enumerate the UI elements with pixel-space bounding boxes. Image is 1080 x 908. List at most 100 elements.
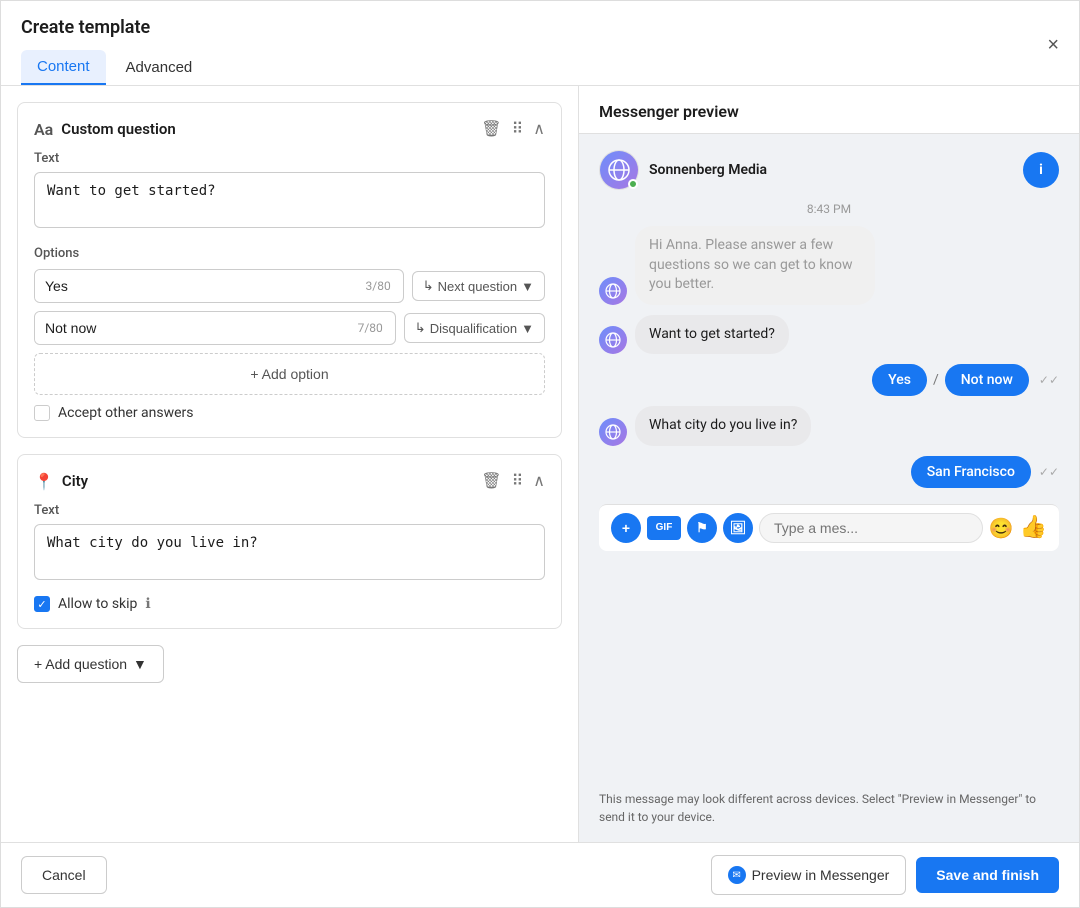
option-action-label-2: Disqualification [430, 321, 517, 336]
drag-button[interactable]: ⠿ [512, 119, 524, 139]
city-question-card: 📍 City 🗑 ⠿ ∧ Text What city do you live … [17, 454, 562, 629]
city-text-input[interactable]: What city do you live in? [34, 524, 545, 580]
timestamp: 8:43 PM [599, 202, 1059, 216]
preview-title: Messenger preview [579, 86, 1079, 134]
next-question-icon: ↳ [423, 278, 434, 294]
san-francisco-bubble: San Francisco [911, 456, 1031, 488]
add-question-dropdown-icon: ▼ [133, 656, 147, 672]
brand-name: Sonnenberg Media [649, 162, 767, 178]
messenger-globe-icon [608, 159, 630, 181]
bot-avatar-2 [599, 326, 627, 354]
messenger-chat-area: Sonnenberg Media i 8:43 PM [579, 134, 1079, 780]
city-title: City [62, 472, 88, 490]
custom-question-card: Aa Custom question 🗑 ⠿ ∧ Text Want to ge… [17, 102, 562, 438]
card-actions: 🗑 ⠿ ∧ [481, 119, 545, 139]
slash-separator: / [933, 372, 939, 388]
accept-other-answers-checkbox[interactable] [34, 405, 50, 421]
card-title-area: Aa Custom question [34, 120, 176, 139]
next-question-icon-2: ↳ [415, 320, 426, 336]
like-button[interactable]: 👍 [1020, 515, 1047, 540]
dropdown-icon-2: ▼ [521, 321, 534, 336]
add-question-label: + Add question [34, 656, 127, 672]
left-panel: Aa Custom question 🗑 ⠿ ∧ Text Want to ge… [1, 86, 579, 842]
cancel-button[interactable]: Cancel [21, 856, 107, 894]
add-attachment-button[interactable]: + [611, 513, 641, 543]
city-card-header: 📍 City 🗑 ⠿ ∧ [34, 471, 545, 491]
chat-messages: Hi Anna. Please answer a few questions s… [599, 226, 1059, 488]
modal-body: Aa Custom question 🗑 ⠿ ∧ Text Want to ge… [1, 86, 1079, 842]
custom-question-title: Custom question [61, 120, 175, 138]
want-to-start-message: Want to get started? [599, 315, 1059, 355]
info-icon: ℹ [145, 596, 150, 612]
want-started-bubble: Want to get started? [635, 315, 789, 355]
user-options-row: Yes / Not now ✓✓ [599, 364, 1059, 396]
bot-avatar-globe [605, 283, 621, 299]
option-input-wrap-1: 3/80 [34, 269, 404, 303]
preview-brand-header: Sonnenberg Media i [599, 150, 1059, 190]
messenger-icon: ✉ [728, 866, 746, 884]
city-drag-button[interactable]: ⠿ [512, 471, 524, 491]
option-char-count-1: 3/80 [366, 279, 395, 293]
gif-button[interactable]: GIF [647, 516, 681, 540]
flag-button[interactable]: ⚑ [687, 513, 717, 543]
brand-avatar [599, 150, 639, 190]
emoji-button[interactable]: 😊 [989, 516, 1014, 540]
option-action-2[interactable]: ↳ Disqualification ▼ [404, 313, 545, 343]
city-card-actions: 🗑 ⠿ ∧ [481, 471, 545, 491]
tab-advanced[interactable]: Advanced [110, 50, 209, 85]
preview-messenger-button[interactable]: ✉ Preview in Messenger [711, 855, 907, 895]
city-card-title-area: 📍 City [34, 472, 88, 491]
add-question-button[interactable]: + Add question ▼ [17, 645, 164, 683]
modal-title: Create template [21, 17, 208, 50]
bot-avatar-1 [599, 277, 627, 305]
city-collapse-button[interactable]: ∧ [533, 471, 545, 491]
message-input[interactable] [759, 513, 983, 543]
accept-other-answers-row: Accept other answers [34, 405, 545, 421]
preview-note: This message may look different across d… [579, 780, 1079, 842]
option-row-1: 3/80 ↳ Next question ▼ [34, 269, 545, 303]
image-button[interactable]: 🖼 [723, 513, 753, 543]
option-action-label-1: Next question [438, 279, 518, 294]
info-button[interactable]: i [1023, 152, 1059, 188]
create-template-modal: Create template Content Advanced × Aa Cu… [0, 0, 1080, 908]
not-now-bubble: Not now [945, 364, 1029, 396]
tab-content[interactable]: Content [21, 50, 106, 85]
bot-avatar-globe-2 [605, 332, 621, 348]
text-label: Text [34, 151, 545, 166]
collapse-button[interactable]: ∧ [533, 119, 545, 139]
save-button[interactable]: Save and finish [916, 857, 1059, 893]
modal-footer: Cancel ✉ Preview in Messenger Save and f… [1, 842, 1079, 907]
close-button[interactable]: × [1047, 34, 1059, 69]
city-delete-button[interactable]: 🗑 [481, 471, 501, 491]
brand-info: Sonnenberg Media [599, 150, 767, 190]
bot-avatar-globe-3 [605, 424, 621, 440]
modal-header: Create template Content Advanced × [1, 1, 1079, 86]
option-input-2[interactable] [35, 312, 358, 344]
city-bubble: What city do you live in? [635, 406, 811, 446]
preview-messenger-label: Preview in Messenger [752, 867, 890, 883]
option-row-2: 7/80 ↳ Disqualification ▼ [34, 311, 545, 345]
allow-to-skip-checkbox[interactable]: ✓ [34, 596, 50, 612]
option-input-wrap-2: 7/80 [34, 311, 396, 345]
option-char-count-2: 7/80 [358, 321, 387, 335]
custom-question-header: Aa Custom question 🗑 ⠿ ∧ [34, 119, 545, 139]
right-panel: Messenger preview [579, 86, 1079, 842]
bot-intro-message: Hi Anna. Please answer a few questions s… [599, 226, 1059, 305]
tabs: Content Advanced [21, 50, 208, 85]
city-text-label: Text [34, 503, 545, 518]
delete-button[interactable]: 🗑 [481, 119, 501, 139]
allow-to-skip-row: ✓ Allow to skip ℹ [34, 596, 545, 612]
options-label: Options [34, 246, 545, 261]
option-action-1[interactable]: ↳ Next question ▼ [412, 271, 545, 301]
allow-to-skip-label: Allow to skip [58, 596, 137, 612]
aa-icon: Aa [34, 120, 53, 139]
add-option-button[interactable]: + Add option [34, 353, 545, 395]
intro-bubble: Hi Anna. Please answer a few questions s… [635, 226, 875, 305]
online-indicator [628, 179, 638, 189]
option-input-1[interactable] [35, 270, 366, 302]
messenger-input-bar: + GIF ⚑ 🖼 😊 👍 [599, 504, 1059, 551]
dropdown-icon-1: ▼ [521, 279, 534, 294]
question-text-input[interactable]: Want to get started? [34, 172, 545, 228]
sf-delivered-check: ✓✓ [1039, 465, 1059, 479]
location-icon: 📍 [34, 472, 54, 491]
